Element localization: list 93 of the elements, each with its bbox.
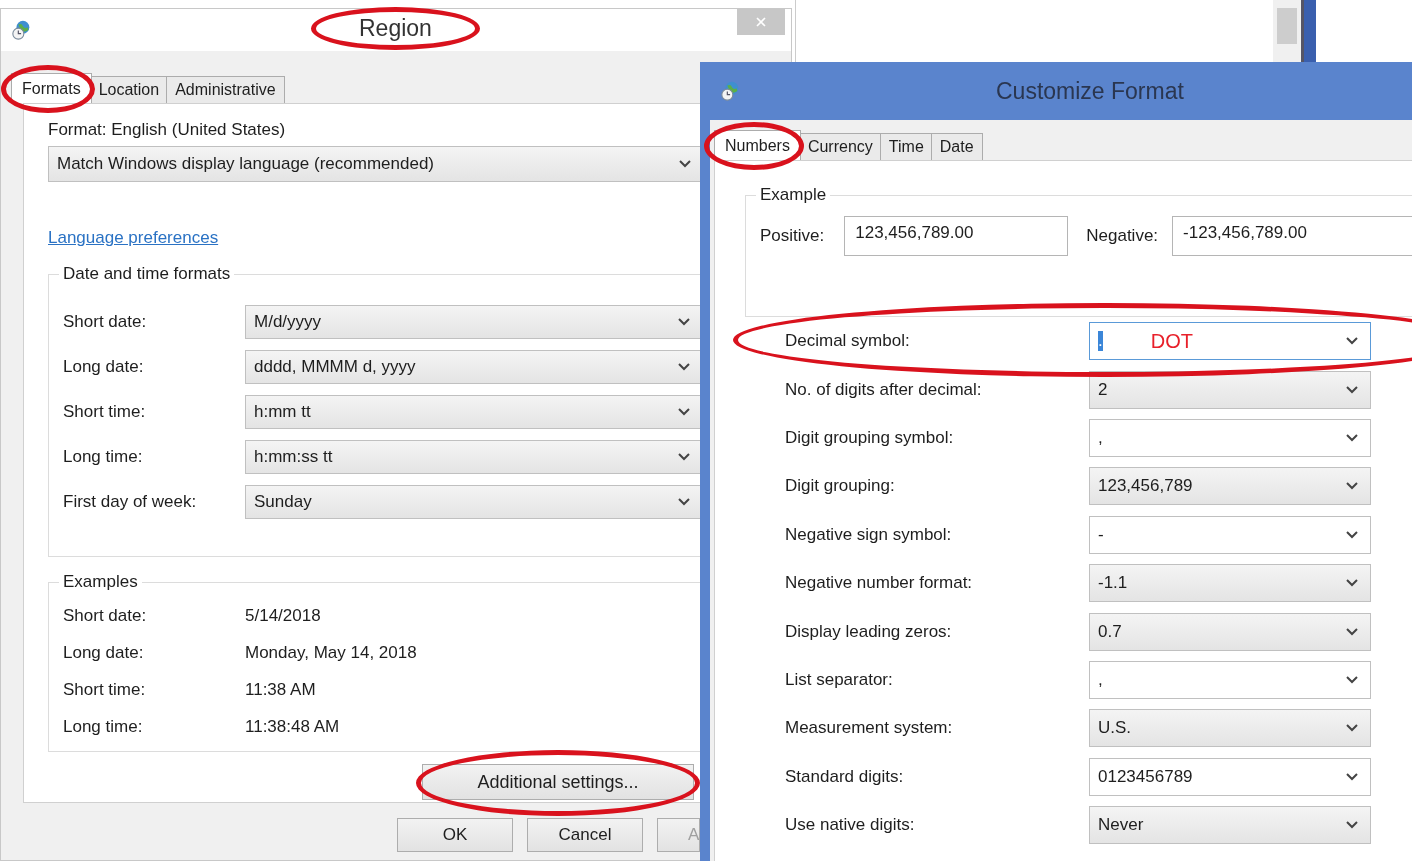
positive-example-field: 123,456,789.00 — [844, 216, 1069, 256]
field-label: Positive: — [760, 226, 825, 246]
tab[interactable]: Numbers — [714, 130, 801, 160]
setting-label: Measurement system: — [784, 718, 954, 739]
dropdown-value: - — [1098, 524, 1104, 545]
dropdown-value: 0123456789 — [1098, 766, 1193, 787]
field-label: Long time: — [63, 446, 144, 467]
chevron-icon — [1346, 772, 1358, 781]
chevron-icon — [1346, 627, 1358, 636]
tab[interactable]: Currency — [798, 133, 882, 160]
chevron-icon — [1346, 821, 1358, 830]
additional-settings-button[interactable]: Additional settings... — [422, 764, 694, 800]
setting-label: Standard digits: — [784, 766, 905, 787]
window-title: Customize Format — [996, 78, 1184, 105]
dropdown-value: , — [1098, 427, 1103, 448]
chevron-icon — [678, 452, 690, 461]
tab[interactable]: Administrative — [166, 76, 285, 103]
format-dropdown[interactable]: h:mm:ss tt — [245, 439, 703, 474]
dropdown-value: -1.1 — [1098, 573, 1128, 594]
language-preferences-link[interactable]: Language preferences — [48, 228, 219, 248]
example-value: 11:38 AM — [245, 679, 316, 700]
format-dropdown[interactable]: Sunday — [245, 484, 703, 519]
setting-label: Use native digits: — [784, 815, 916, 836]
setting-dropdown[interactable]: , — [1089, 418, 1371, 457]
dropdown-value: . — [1098, 331, 1103, 352]
close-icon — [756, 17, 766, 27]
chevron-icon — [1346, 530, 1358, 539]
dialog-button[interactable]: OK — [397, 818, 513, 852]
chevron-icon — [678, 497, 690, 506]
chevron-icon — [678, 407, 690, 416]
window-edge — [1301, 0, 1316, 62]
example-value: 5/14/2018 — [245, 605, 321, 626]
field-label: Long date: — [63, 356, 145, 377]
example-label: Long date: — [63, 642, 145, 663]
scrollbar[interactable] — [1273, 0, 1301, 62]
field-label: Negative: — [1086, 226, 1159, 246]
dropdown-value: U.S. — [1098, 718, 1132, 739]
field-label: Short date: — [63, 311, 148, 332]
setting-dropdown[interactable]: - — [1089, 515, 1371, 554]
example-value: Monday, May 14, 2018 — [245, 642, 417, 663]
chevron-icon — [1346, 675, 1358, 684]
setting-label: Digit grouping: — [784, 476, 896, 497]
dropdown-value: 123,456,789 — [1098, 476, 1193, 497]
tab[interactable]: Time — [879, 133, 933, 160]
format-dropdown[interactable]: M/d/yyyy — [245, 304, 703, 339]
group-title: Examples — [59, 572, 142, 592]
setting-label: No. of digits after decimal: — [784, 379, 983, 400]
setting-label: Display leading zeros: — [784, 621, 953, 642]
example-label: Short date: — [63, 605, 148, 626]
negative-example-field: -123,456,789.00 — [1172, 216, 1412, 256]
chevron-icon — [1346, 579, 1358, 588]
setting-dropdown[interactable]: . DOT — [1089, 322, 1371, 361]
setting-label: Negative sign symbol: — [784, 524, 953, 545]
dropdown-value: , — [1098, 669, 1103, 690]
chevron-icon — [678, 317, 690, 326]
format-label: Format: English (United States) — [48, 120, 287, 140]
dropdown-value: Never — [1098, 815, 1144, 836]
setting-label: Negative number format: — [784, 573, 974, 594]
chevron-icon — [679, 160, 691, 168]
format-dropdown[interactable]: dddd, MMMM d, yyyy — [245, 349, 703, 384]
tab[interactable]: Formats — [11, 73, 92, 103]
close-button[interactable] — [737, 9, 785, 35]
example-value: 11:38:48 AM — [245, 716, 340, 737]
group-title: Example — [756, 185, 831, 205]
setting-dropdown[interactable]: U.S. — [1089, 709, 1371, 748]
setting-dropdown[interactable]: 0.7 — [1089, 612, 1371, 651]
chevron-icon — [1346, 385, 1358, 394]
field-label: Short time: — [63, 401, 147, 422]
format-dropdown[interactable]: h:mm tt — [245, 394, 703, 429]
example-label: Short time: — [63, 679, 147, 700]
setting-label: List separator: — [784, 669, 894, 690]
annotation-text: DOT — [1149, 329, 1193, 353]
setting-dropdown[interactable]: , — [1089, 660, 1371, 699]
example-label: Long time: — [63, 716, 144, 737]
setting-dropdown[interactable]: 123,456,789 — [1089, 467, 1371, 506]
chevron-icon — [1346, 482, 1358, 491]
setting-dropdown[interactable]: -1.1 — [1089, 564, 1371, 603]
dropdown-value: 2 — [1098, 379, 1108, 400]
chevron-icon — [1346, 337, 1358, 346]
setting-dropdown[interactable]: Never — [1089, 806, 1371, 845]
chevron-icon — [678, 362, 690, 371]
tab[interactable]: Location — [89, 76, 169, 103]
dropdown-value: 0.7 — [1098, 621, 1122, 642]
field-label: First day of week: — [63, 491, 198, 512]
setting-dropdown[interactable]: 0123456789 — [1089, 757, 1371, 796]
chevron-icon — [1346, 724, 1358, 733]
window-title: Region — [359, 15, 432, 41]
chevron-icon — [1346, 433, 1358, 442]
setting-label: Digit grouping symbol: — [784, 427, 955, 448]
dialog-button[interactable]: Cancel — [527, 818, 643, 852]
setting-dropdown[interactable]: 2 — [1089, 370, 1371, 409]
tab[interactable]: Date — [930, 133, 983, 160]
setting-label: Decimal symbol: — [784, 331, 911, 352]
